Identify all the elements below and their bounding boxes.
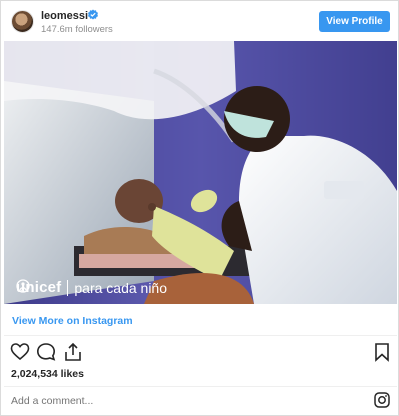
photo-illustration <box>4 41 397 304</box>
verified-badge-icon <box>88 9 98 20</box>
unicef-logo-icon <box>16 279 30 293</box>
heart-icon[interactable] <box>10 342 30 362</box>
unicef-brand: unicef para cada niño <box>16 279 167 296</box>
comment-icon[interactable] <box>36 342 56 362</box>
brand-tagline: para cada niño <box>74 279 168 296</box>
view-profile-button[interactable]: View Profile <box>319 11 390 32</box>
instagram-icon[interactable] <box>374 392 390 408</box>
like-count[interactable]: 2,024,534 likes <box>11 368 84 380</box>
bookmark-icon[interactable] <box>372 342 392 362</box>
follower-count: 147.6m followers <box>41 24 113 35</box>
avatar[interactable] <box>11 10 34 33</box>
post-header: leomessi 147.6m followers View Profile <box>1 1 398 41</box>
share-icon[interactable] <box>63 342 83 362</box>
username[interactable]: leomessi <box>41 10 88 22</box>
comment-input[interactable] <box>11 395 341 407</box>
post-photo[interactable]: unicef para cada niño <box>4 41 397 304</box>
brand-divider <box>67 279 69 296</box>
divider <box>4 386 397 387</box>
instagram-embed-card: leomessi 147.6m followers View Profile u… <box>0 0 399 416</box>
divider <box>4 335 397 336</box>
view-more-instagram-link[interactable]: View More on Instagram <box>12 315 133 327</box>
